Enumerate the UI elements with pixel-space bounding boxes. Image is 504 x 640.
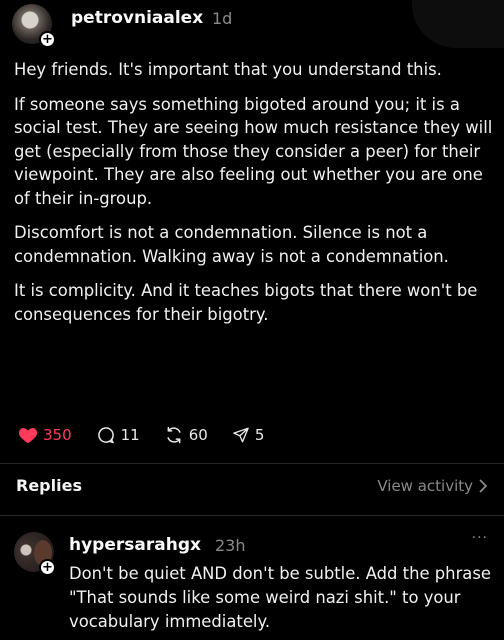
post-paragraph: Discomfort is not a condemnation. Silenc… [14, 223, 449, 266]
divider [0, 515, 504, 516]
repost-button[interactable]: 60 [164, 425, 208, 445]
repost-icon [167, 426, 181, 444]
share-button[interactable]: 5 [232, 426, 265, 444]
post-paragraph: If someone says something bigoted around… [14, 94, 493, 208]
view-activity-link[interactable]: View activity [377, 477, 488, 495]
post-header: + petrovniaalex 1d [0, 0, 504, 48]
view-activity-label: View activity [377, 477, 473, 495]
share-icon [233, 427, 249, 443]
author-avatar[interactable]: + [12, 4, 56, 48]
corner-overlay [412, 0, 504, 48]
comment-icon [97, 427, 114, 444]
author-username[interactable]: petrovniaalex [71, 8, 203, 28]
reply-username[interactable]: hypersarahgx [69, 535, 201, 555]
repost-count: 60 [188, 426, 208, 444]
reply-timestamp: 23h [215, 536, 246, 555]
share-count: 5 [254, 426, 265, 444]
reply-text: Don't be quiet AND don't be subtle. Add … [69, 564, 491, 631]
divider [0, 463, 504, 464]
like-count: 350 [43, 426, 72, 444]
like-button[interactable]: 350 [18, 426, 72, 444]
replies-title: Replies [16, 476, 82, 495]
post-paragraph: It is complicity. And it teaches bigots … [14, 281, 478, 324]
follow-plus-icon[interactable]: + [39, 559, 56, 576]
comment-count: 11 [120, 426, 140, 444]
reply-avatar[interactable]: + [14, 532, 56, 576]
post-timestamp: 1d [212, 9, 233, 28]
comment-button[interactable]: 11 [96, 425, 140, 445]
heart-icon [18, 428, 38, 444]
post-actions: 350 11 60 5 [18, 423, 288, 447]
more-options-icon[interactable]: ··· [472, 530, 488, 546]
post-body: Hey friends. It's important that you und… [14, 58, 496, 337]
follow-plus-icon[interactable]: + [39, 31, 56, 48]
replies-header: Replies View activity [16, 476, 488, 500]
chevron-right-icon [479, 479, 487, 493]
post-paragraph: Hey friends. It's important that you und… [14, 60, 442, 79]
